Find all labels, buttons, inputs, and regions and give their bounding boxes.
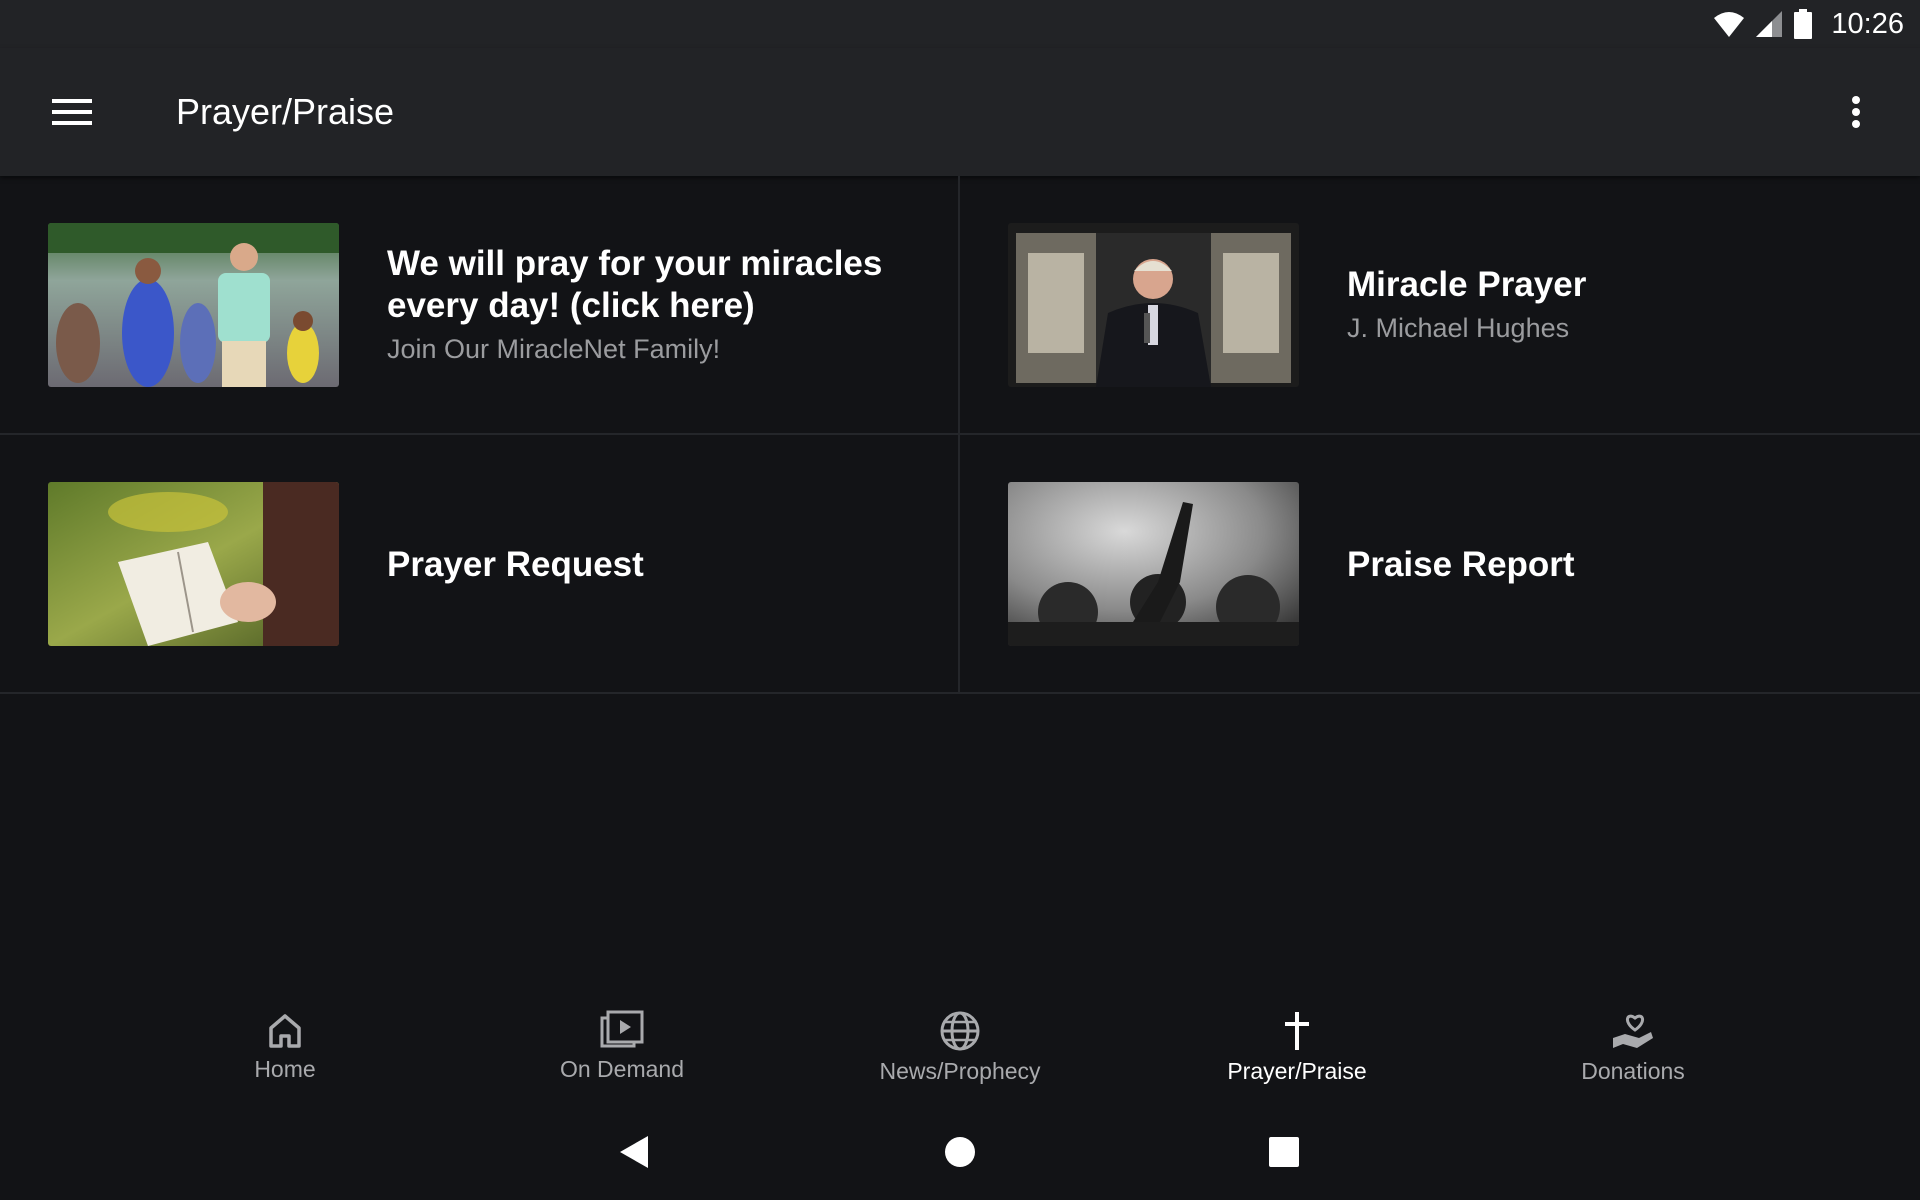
tile-praise-report[interactable]: Praise Report xyxy=(960,435,1920,694)
tile-title: Prayer Request xyxy=(387,544,644,584)
home-button-icon[interactable] xyxy=(944,1134,976,1170)
tile-title: We will pray for your miracles every day… xyxy=(387,243,883,325)
home-icon xyxy=(269,1014,301,1048)
nav-label: Prayer/Praise xyxy=(1227,1058,1367,1084)
nav-item-home[interactable]: Home xyxy=(165,1010,405,1100)
tile-subtitle: Join Our MiracleNet Family! xyxy=(387,333,721,364)
page-title: Prayer/Praise xyxy=(176,91,395,132)
recents-icon[interactable] xyxy=(1268,1134,1300,1170)
battery-icon xyxy=(1794,9,1813,39)
content-grid: We will pray for your miracles every day… xyxy=(0,176,1920,696)
bottom-navigation: Home On Demand News/Prophecy Prayer/Prai… xyxy=(0,990,1920,1100)
overflow-menu-button[interactable] xyxy=(1832,86,1880,138)
tile-miracle-prayer[interactable]: Miracle Prayer J. Michael Hughes xyxy=(960,176,1920,435)
status-clock: 10:26 xyxy=(1831,7,1904,40)
tile-title: Praise Report xyxy=(1347,544,1575,584)
tile-text: Praise Report xyxy=(1347,435,1880,694)
nav-label: News/Prophecy xyxy=(879,1058,1041,1084)
cross-icon xyxy=(1285,1012,1309,1050)
thumbnail-image xyxy=(48,482,339,646)
cellular-signal-icon xyxy=(1756,11,1783,37)
video-library-icon xyxy=(600,1010,644,1048)
nav-item-news-prophecy[interactable]: News/Prophecy xyxy=(840,1010,1080,1100)
nav-item-on-demand[interactable]: On Demand xyxy=(502,1010,742,1100)
thumbnail-image xyxy=(1008,223,1299,387)
nav-label: On Demand xyxy=(559,1056,684,1082)
tile-title: Miracle Prayer xyxy=(1347,264,1587,304)
thumbnail-image xyxy=(48,223,339,387)
heart-hand-icon xyxy=(1613,1014,1653,1048)
nav-item-donations[interactable]: Donations xyxy=(1513,1010,1753,1100)
tile-subtitle: J. Michael Hughes xyxy=(1347,312,1570,343)
nav-label: Home xyxy=(254,1056,316,1082)
menu-button[interactable] xyxy=(40,86,104,138)
hamburger-menu-icon xyxy=(52,99,92,125)
status-icons: 10:26 xyxy=(1713,0,1904,48)
tile-text: Prayer Request xyxy=(387,435,918,694)
nav-label: Donations xyxy=(1581,1058,1685,1084)
wifi-icon xyxy=(1714,12,1745,37)
app-bar: Prayer/Praise xyxy=(0,48,1920,176)
tile-text: Miracle Prayer J. Michael Hughes xyxy=(1347,176,1880,435)
globe-icon xyxy=(940,1011,980,1051)
nav-item-prayer-praise[interactable]: Prayer/Praise xyxy=(1177,1010,1417,1100)
status-bar: 10:26 xyxy=(0,0,1920,48)
more-vert-icon xyxy=(1852,96,1860,128)
system-navigation-bar xyxy=(0,1100,1920,1200)
tile-pray-for-miracles[interactable]: We will pray for your miracles every day… xyxy=(0,176,960,435)
back-icon[interactable] xyxy=(618,1134,650,1170)
tile-text: We will pray for your miracles every day… xyxy=(387,176,918,435)
thumbnail-image xyxy=(1008,482,1299,646)
tile-prayer-request[interactable]: Prayer Request xyxy=(0,435,960,694)
